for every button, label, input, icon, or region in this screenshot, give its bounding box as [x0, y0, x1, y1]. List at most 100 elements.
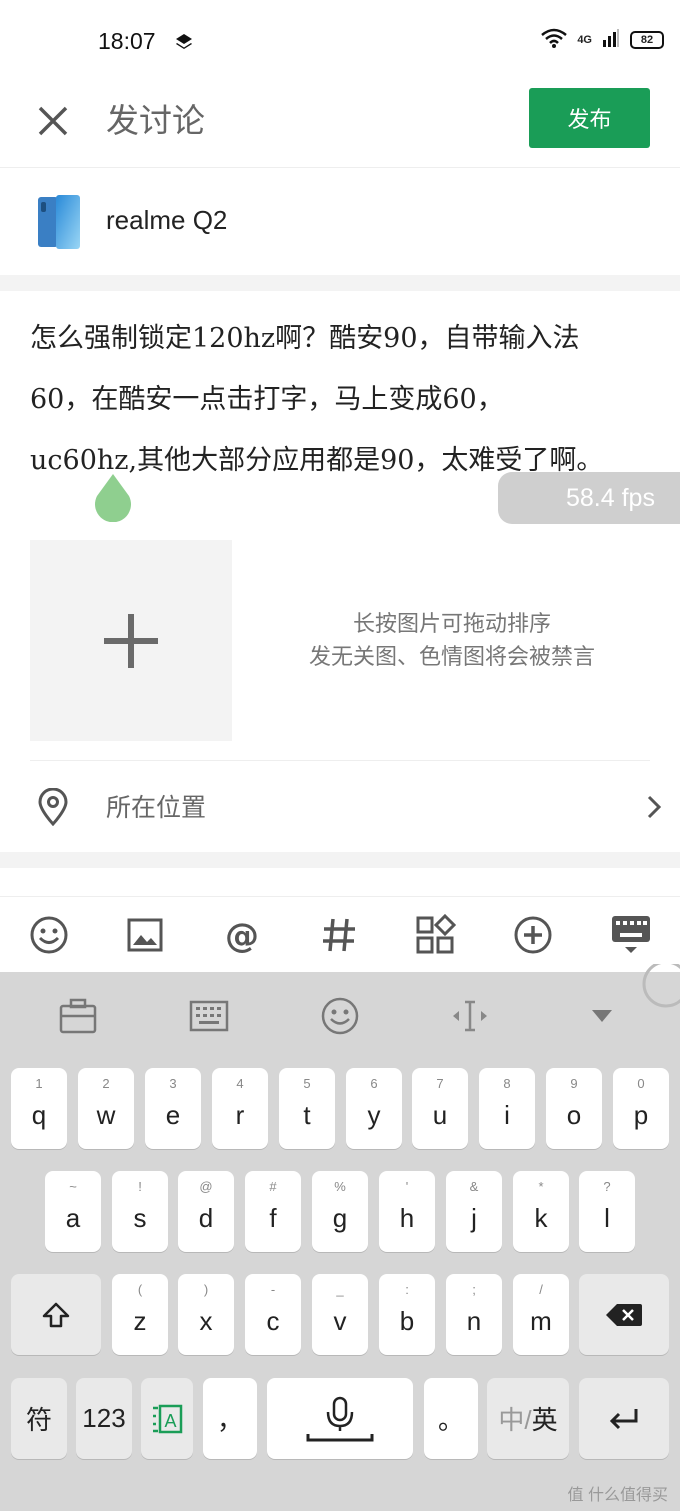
key-sub: ! [138, 1179, 142, 1194]
key-label: n [466, 1306, 482, 1336]
key-sub: 1 [35, 1076, 43, 1091]
key-y[interactable]: 6y [346, 1068, 402, 1149]
key-k[interactable]: * k [513, 1171, 569, 1252]
lang-cn-label: 中/ [498, 1405, 532, 1435]
key-label: j [471, 1203, 477, 1233]
key-sub: 3 [169, 1076, 177, 1091]
post-text-input[interactable]: 怎么强制锁定120hz啊？酷安90，自带输入法 60，在酷安一点击打字，马上变成… [30, 308, 655, 491]
backspace-key[interactable] [579, 1274, 669, 1355]
key-label: h [399, 1203, 415, 1233]
svg-text:A: A [164, 1411, 176, 1431]
hashtag-icon[interactable] [318, 914, 360, 956]
key-sub: * [538, 1179, 544, 1194]
location-label: 所在位置 [106, 793, 207, 822]
section-separator [0, 852, 680, 868]
key-sub: 6 [370, 1076, 378, 1091]
key-n[interactable]: ; n [446, 1274, 502, 1355]
key-h[interactable]: ' h [379, 1171, 435, 1252]
add-circle-icon[interactable] [512, 914, 554, 956]
apps-icon[interactable] [414, 913, 457, 956]
key-label: 123 [82, 1403, 126, 1433]
shift-key[interactable] [11, 1274, 101, 1355]
wifi-icon [541, 28, 568, 52]
key-label: e [165, 1100, 181, 1130]
key-sub: : [405, 1282, 409, 1297]
status-time: 18:07 [98, 28, 156, 54]
key-sub: 8 [503, 1076, 511, 1091]
layers-icon [174, 32, 194, 52]
key-t[interactable]: 5t [279, 1068, 335, 1149]
space-key[interactable] [267, 1378, 413, 1459]
post-line: 怎么强制锁定120hz啊？酷安90，自带输入法 [30, 323, 580, 354]
key-l[interactable]: ? l [579, 1171, 635, 1252]
key-sub: 4 [236, 1076, 244, 1091]
key-sub: 0 [637, 1076, 645, 1091]
key-label: q [31, 1100, 47, 1130]
key-d[interactable]: @ d [178, 1171, 234, 1252]
keyboard-layout-icon[interactable] [187, 994, 231, 1038]
emoji-icon[interactable] [318, 994, 362, 1038]
add-image-button[interactable] [30, 540, 232, 741]
compose-toolbar: @ [0, 896, 680, 972]
numbers-key[interactable]: 123 [76, 1378, 132, 1459]
image-icon[interactable] [124, 914, 166, 956]
cursor-move-icon[interactable] [448, 994, 492, 1038]
collapse-keyboard-icon[interactable] [580, 994, 624, 1038]
key-label: z [133, 1306, 147, 1336]
comma-key[interactable]: ， [203, 1378, 257, 1459]
at-icon[interactable]: @ [221, 914, 263, 956]
key-u[interactable]: 7u [412, 1068, 468, 1149]
emoji-icon[interactable] [28, 914, 70, 956]
enter-key[interactable] [579, 1378, 669, 1459]
key-w[interactable]: 2w [78, 1068, 134, 1149]
key-sub: % [334, 1179, 346, 1194]
header: 发讨论 发布 [0, 72, 680, 168]
period-key[interactable]: 。 [424, 1378, 478, 1459]
key-label: l [604, 1203, 610, 1233]
key-r[interactable]: 4r [212, 1068, 268, 1149]
language-switch-key[interactable]: 中/英 [487, 1378, 569, 1459]
key-i[interactable]: 8i [479, 1068, 535, 1149]
key-x[interactable]: ) x [178, 1274, 234, 1355]
post-line: 60，在酷安一点击打字，马上变成60， [30, 384, 504, 415]
key-label: f [269, 1203, 277, 1233]
key-j[interactable]: & j [446, 1171, 502, 1252]
location-row[interactable]: 所在位置 [0, 762, 680, 850]
voice-badge-icon [638, 960, 680, 1014]
key-p[interactable]: 0p [613, 1068, 669, 1149]
key-m[interactable]: / m [513, 1274, 569, 1355]
key-a[interactable]: ~ a [45, 1171, 101, 1252]
key-label: r [235, 1100, 245, 1130]
key-sub: 5 [303, 1076, 311, 1091]
keyboard-hide-icon[interactable] [610, 914, 652, 956]
key-label: o [566, 1100, 582, 1130]
key-label: v [333, 1306, 347, 1336]
device-row[interactable]: realme Q2 [0, 169, 680, 275]
key-f[interactable]: # f [245, 1171, 301, 1252]
key-g[interactable]: % g [312, 1171, 368, 1252]
close-button[interactable] [30, 98, 76, 144]
toolbox-icon[interactable] [56, 994, 100, 1038]
soft-keyboard: 1q 2w 3e 4r 5t 6y 7u 8i 9o 0p ~ a ! s @ d #… [0, 960, 680, 1511]
key-label: w [96, 1100, 116, 1130]
key-q[interactable]: 1q [11, 1068, 67, 1149]
key-s[interactable]: ! s [112, 1171, 168, 1252]
key-e[interactable]: 3e [145, 1068, 201, 1149]
publish-button[interactable]: 发布 [529, 88, 650, 148]
cursor-handle[interactable] [93, 474, 133, 523]
key-z[interactable]: (z [112, 1274, 168, 1355]
key-b[interactable]: :b [379, 1274, 435, 1355]
input-mode-key[interactable]: A [141, 1378, 193, 1459]
key-o[interactable]: 9o [546, 1068, 602, 1149]
phone-thumbnail [36, 193, 82, 251]
key-label: x [199, 1306, 213, 1336]
symbols-key[interactable]: 符 [11, 1378, 67, 1459]
key-sub: # [269, 1179, 277, 1194]
key-label: g [332, 1203, 348, 1233]
close-icon [38, 106, 68, 136]
key-v[interactable]: _ v [312, 1274, 368, 1355]
key-label: ， [216, 1405, 243, 1435]
key-label: a [65, 1203, 81, 1233]
key-c[interactable]: -c [245, 1274, 301, 1355]
key-sub: ' [405, 1179, 409, 1194]
